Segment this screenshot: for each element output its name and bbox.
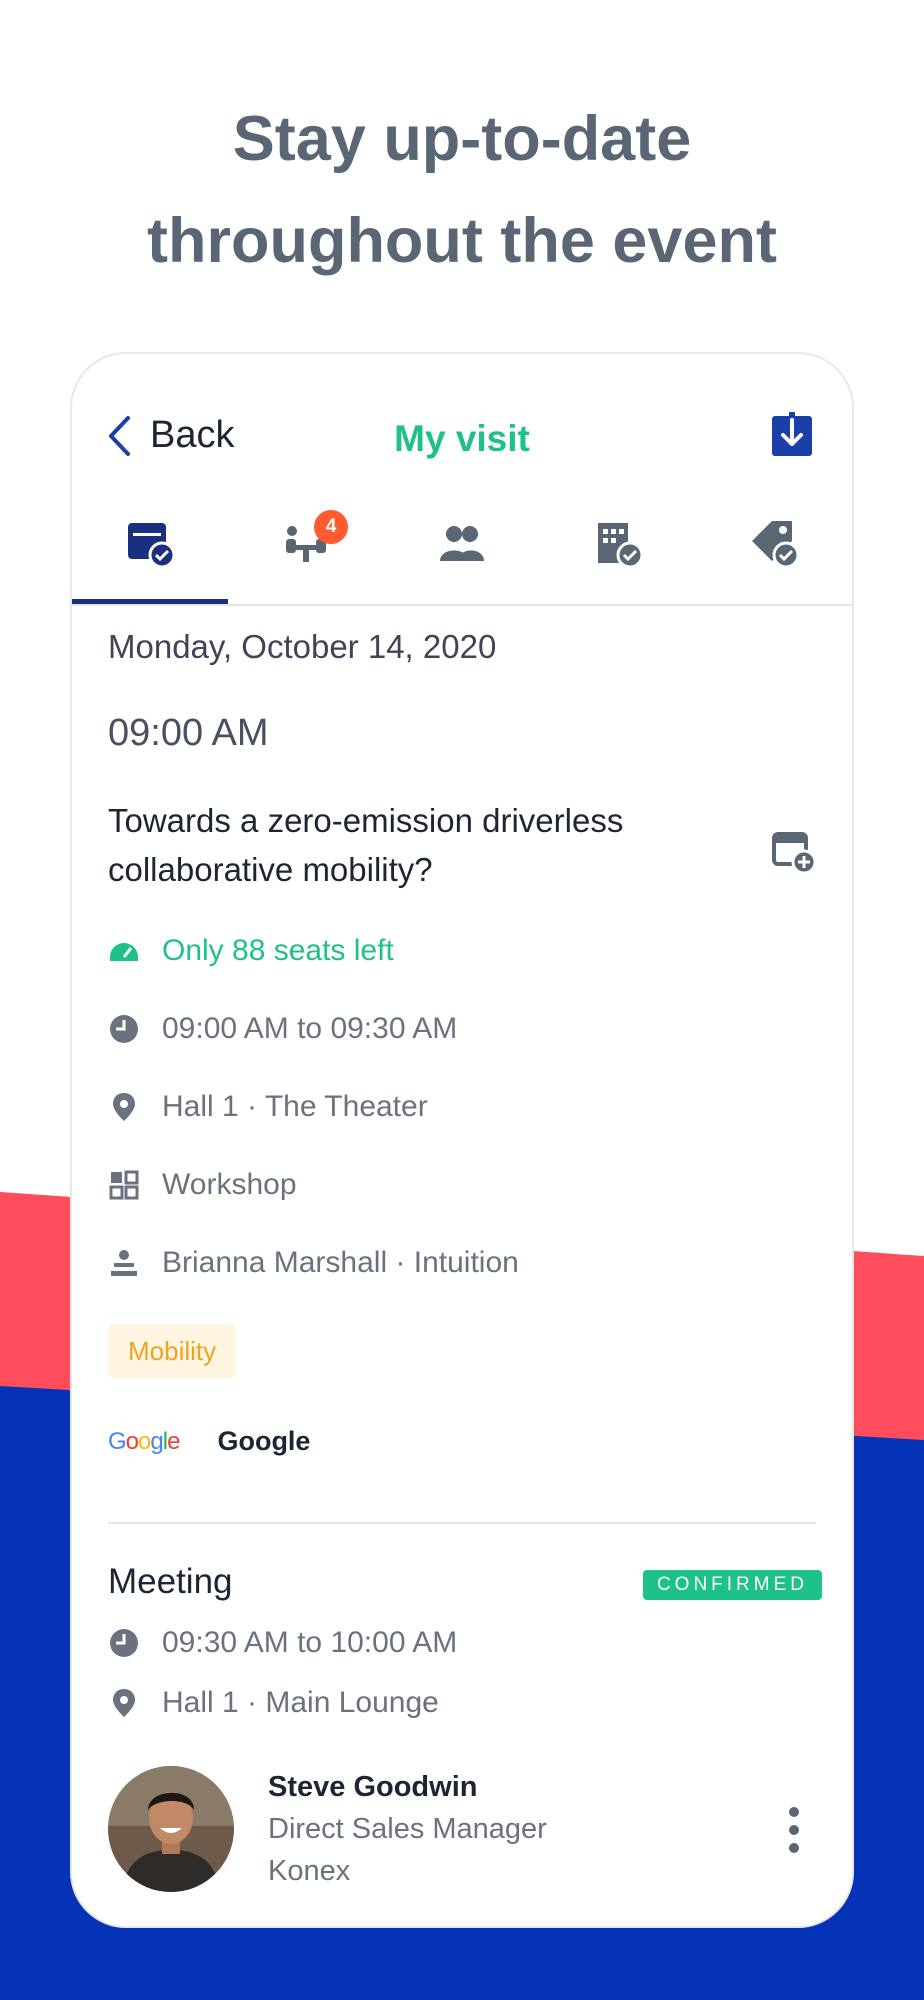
headline-line-1: Stay up-to-date [232, 104, 692, 174]
session-format: Workshop [162, 1168, 297, 1201]
meetings-count-badge: 4 [314, 510, 348, 544]
more-options-icon[interactable] [788, 1806, 800, 1854]
tab-offers[interactable] [696, 484, 852, 602]
grid-icon [109, 1170, 139, 1200]
avatar[interactable] [108, 1766, 234, 1892]
contacts-icon [440, 526, 484, 561]
time-range-row: 09:00 AM to 09:30 AM [108, 1012, 457, 1046]
contact-name: Steve Goodwin [268, 1771, 478, 1803]
status-badge: CONFIRMED [642, 1570, 822, 1600]
location-pin-icon [113, 1689, 135, 1717]
sponsor-name: Google [217, 1426, 311, 1456]
headline-line-2: throughout the event [147, 206, 777, 276]
session-speaker: Brianna Marshall · Intuition [162, 1246, 519, 1279]
speedometer-icon [110, 943, 138, 961]
meeting-time-row: 09:30 AM to 10:00 AM [108, 1626, 457, 1660]
section-divider [108, 1522, 816, 1524]
google-logo: Google [108, 1427, 180, 1455]
top-bar: Back My visit [72, 354, 852, 474]
speaker-row: Brianna Marshall · Intuition [108, 1246, 519, 1280]
contact-info[interactable]: Steve Goodwin Direct Sales Manager Konex [268, 1766, 547, 1892]
tab-bar: 4 [72, 484, 852, 606]
session-time-range: 09:00 AM to 09:30 AM [162, 1012, 458, 1045]
topic-tag[interactable]: Mobility [108, 1324, 237, 1378]
tab-exhibitors[interactable] [540, 484, 696, 602]
location-row: Hall 1 · The Theater [108, 1090, 428, 1124]
clock-icon [110, 1015, 138, 1043]
tab-meetings[interactable]: 4 [228, 484, 384, 602]
contact-company: Konex [268, 1855, 351, 1887]
meeting-time-range: 09:30 AM to 10:00 AM [162, 1626, 458, 1659]
seats-left-text: Only 88 seats left [162, 934, 394, 967]
page-headline: Stay up-to-date throughout the event [0, 88, 924, 292]
tab-contacts[interactable] [384, 484, 540, 602]
page-title: My visit [394, 418, 530, 459]
calendar-check-icon [128, 523, 176, 569]
seats-row: Only 88 seats left [108, 934, 394, 968]
session-title[interactable]: Towards a zero-emission driverless colla… [108, 796, 708, 894]
download-icon[interactable] [772, 412, 812, 456]
building-check-icon [598, 523, 644, 569]
clock-icon [110, 1629, 138, 1657]
contact-role: Direct Sales Manager [268, 1813, 547, 1845]
sponsor-row[interactable]: Google Google [108, 1426, 310, 1457]
add-to-calendar-icon[interactable] [772, 830, 818, 876]
meeting-title: Meeting [108, 1562, 233, 1601]
session-date: Monday, October 14, 2020 [108, 628, 497, 665]
phone-card: Back My visit 4 Monday, October 14, 2020… [70, 352, 854, 1928]
session-location: Hall 1 · The Theater [162, 1090, 428, 1123]
meeting-location-row: Hall 1 · Main Lounge [108, 1686, 439, 1720]
tag-check-icon [752, 521, 800, 569]
format-row: Workshop [108, 1168, 297, 1202]
location-pin-icon [113, 1093, 135, 1121]
meeting-location: Hall 1 · Main Lounge [162, 1686, 439, 1719]
speaker-podium-icon [111, 1250, 137, 1276]
tab-agenda[interactable] [72, 484, 228, 604]
session-start-time: 09:00 AM [108, 712, 269, 754]
